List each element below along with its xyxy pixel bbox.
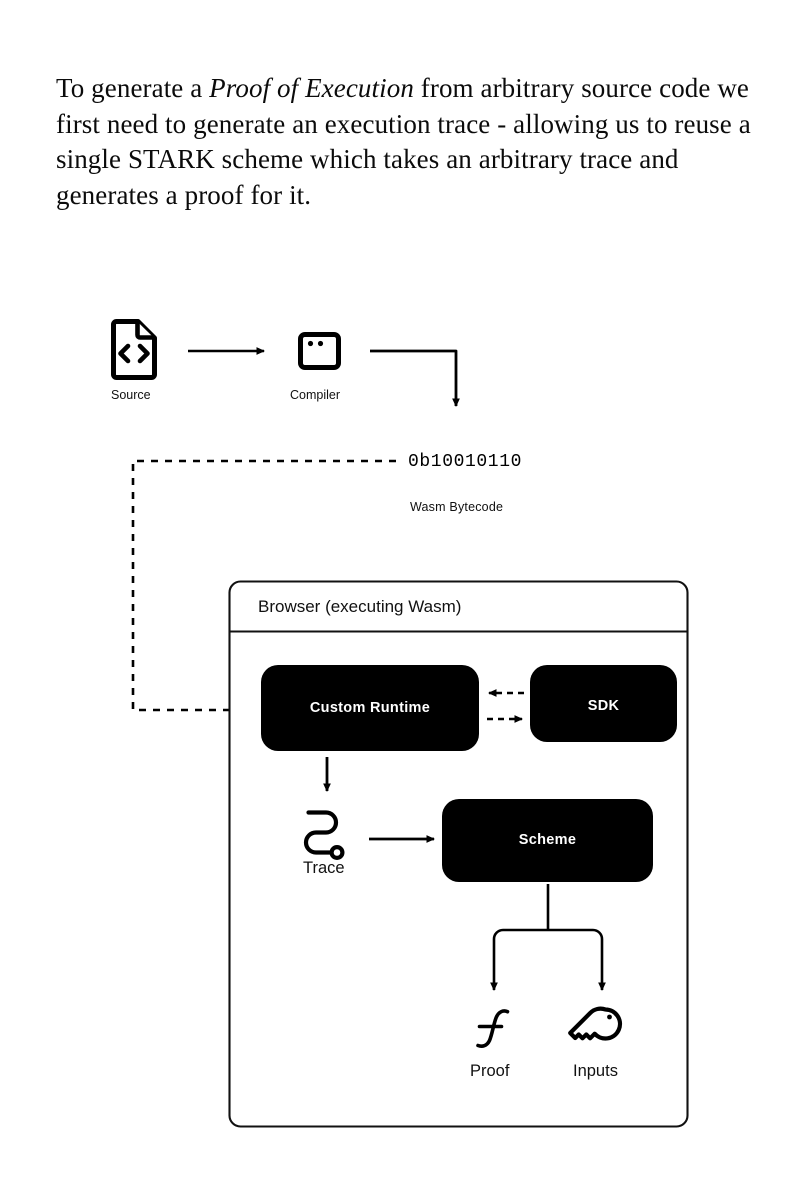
compiler-caption: Compiler: [290, 388, 341, 402]
sdk-label: SDK: [587, 698, 620, 714]
wasm-bytecode-caption: Wasm Bytecode: [410, 500, 504, 514]
route-icon: [303, 810, 345, 860]
browser-container: [228, 580, 689, 1128]
key-icon: [568, 1006, 622, 1041]
wasm-bytecode-value: 0b10010110: [408, 452, 523, 472]
file-code-icon: [111, 319, 157, 380]
proof-caption: Proof: [470, 1062, 510, 1080]
paragraph-part-1: To generate a: [56, 73, 210, 103]
trace-caption: Trace: [303, 859, 345, 877]
function-icon: [476, 1009, 510, 1048]
intro-paragraph: To generate a Proof of Execution from ar…: [56, 71, 756, 213]
scheme-label: Scheme: [518, 832, 577, 848]
custom-runtime-label: Custom Runtime: [309, 700, 431, 716]
source-caption: Source: [111, 388, 151, 402]
dashed-path-bytecode-to-runtime: [131, 459, 396, 714]
app-window-icon: [298, 332, 341, 370]
branch-scheme-to-outputs: [490, 884, 606, 992]
arrow-compiler-to-bytecode: [370, 349, 460, 408]
inputs-caption: Inputs: [573, 1062, 618, 1080]
browser-container-title: Browser (executing Wasm): [258, 597, 462, 616]
paragraph-emphasis: Proof of Execution: [209, 73, 414, 103]
